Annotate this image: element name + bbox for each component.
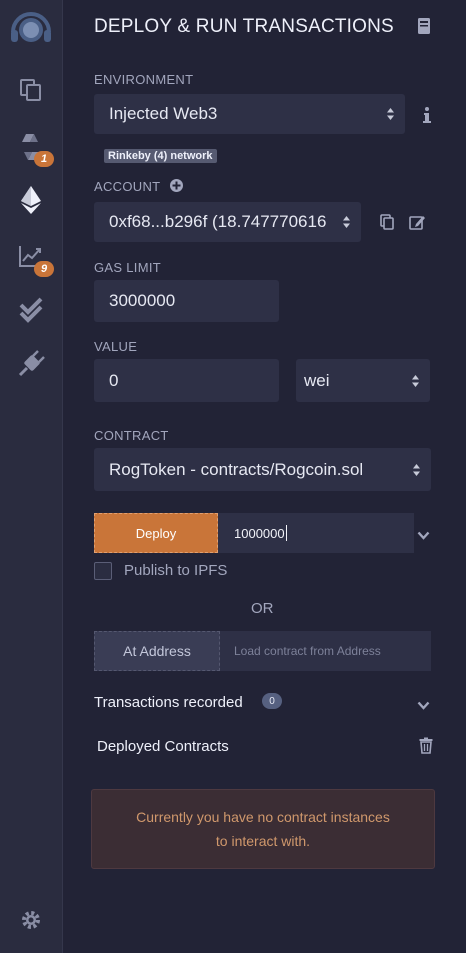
edit-icon[interactable] bbox=[409, 214, 426, 235]
settings-gear-icon[interactable] bbox=[0, 900, 62, 940]
network-badge: Rinkeby (4) network bbox=[104, 149, 217, 163]
value-label: VALUE bbox=[94, 339, 138, 354]
value-unit-select[interactable]: wei bbox=[296, 359, 430, 402]
select-arrows-icon bbox=[342, 214, 351, 230]
account-value: 0xf68...b296f (18.747770616 bbox=[109, 212, 327, 231]
chevron-down-icon[interactable] bbox=[417, 527, 430, 545]
documentation-book-icon[interactable] bbox=[417, 17, 431, 40]
transactions-count-badge: 0 bbox=[262, 693, 282, 709]
publish-ipfs-checkbox[interactable] bbox=[94, 562, 112, 580]
select-arrows-icon bbox=[413, 463, 420, 476]
value-unit: wei bbox=[304, 370, 330, 390]
gas-limit-label: GAS LIMIT bbox=[94, 260, 161, 275]
deploy-run-icon[interactable] bbox=[0, 180, 62, 220]
select-arrows-icon bbox=[387, 108, 394, 120]
at-address-button[interactable]: At Address bbox=[94, 631, 220, 671]
gas-limit-input[interactable]: 3000000 bbox=[94, 280, 279, 322]
panel-title: DEPLOY & RUN TRANSACTIONS bbox=[94, 16, 394, 37]
testing-icon[interactable] bbox=[0, 290, 62, 330]
analysis-badge: 9 bbox=[34, 261, 54, 277]
at-address-input[interactable]: Load contract from Address bbox=[220, 631, 431, 671]
deploy-run-panel: DEPLOY & RUN TRANSACTIONS ENVIRONMENT In… bbox=[63, 0, 466, 953]
environment-label: ENVIRONMENT bbox=[94, 72, 194, 87]
copy-icon[interactable] bbox=[380, 214, 394, 235]
deployed-contracts-label: Deployed Contracts bbox=[97, 738, 229, 755]
select-arrows-icon bbox=[412, 374, 419, 387]
contract-label: CONTRACT bbox=[94, 428, 169, 443]
compiler-badge: 1 bbox=[34, 151, 54, 167]
or-divider: OR bbox=[251, 600, 274, 617]
remix-logo-icon[interactable] bbox=[0, 8, 62, 52]
plugin-manager-icon[interactable] bbox=[0, 344, 62, 384]
environment-select[interactable]: Injected Web3 bbox=[94, 94, 405, 134]
account-label: ACCOUNT bbox=[94, 179, 161, 194]
environment-value: Injected Web3 bbox=[109, 104, 218, 123]
contract-value: RogToken - contracts/Rogcoin.sol bbox=[109, 459, 364, 479]
value-input[interactable]: 0 bbox=[94, 359, 279, 402]
transactions-recorded-label[interactable]: Transactions recorded bbox=[94, 694, 243, 711]
no-instances-alert: Currently you have no contract instances… bbox=[91, 789, 435, 869]
account-select[interactable]: 0xf68...b296f (18.747770616 bbox=[94, 202, 361, 242]
publish-ipfs-label: Publish to IPFS bbox=[124, 562, 228, 579]
deploy-button[interactable]: Deploy bbox=[94, 513, 218, 553]
deploy-args-input[interactable]: 1000000 bbox=[218, 513, 414, 553]
chevron-down-icon[interactable] bbox=[417, 697, 430, 715]
file-explorer-icon[interactable] bbox=[0, 70, 62, 110]
text-cursor bbox=[285, 525, 287, 541]
trash-icon[interactable] bbox=[419, 737, 433, 759]
deploy-args-value: 1000000 bbox=[234, 525, 285, 541]
add-account-icon[interactable] bbox=[169, 178, 184, 198]
icon-panel: 1 9 bbox=[0, 0, 63, 953]
info-icon[interactable] bbox=[421, 106, 433, 129]
contract-select[interactable]: RogToken - contracts/Rogcoin.sol bbox=[94, 448, 431, 491]
